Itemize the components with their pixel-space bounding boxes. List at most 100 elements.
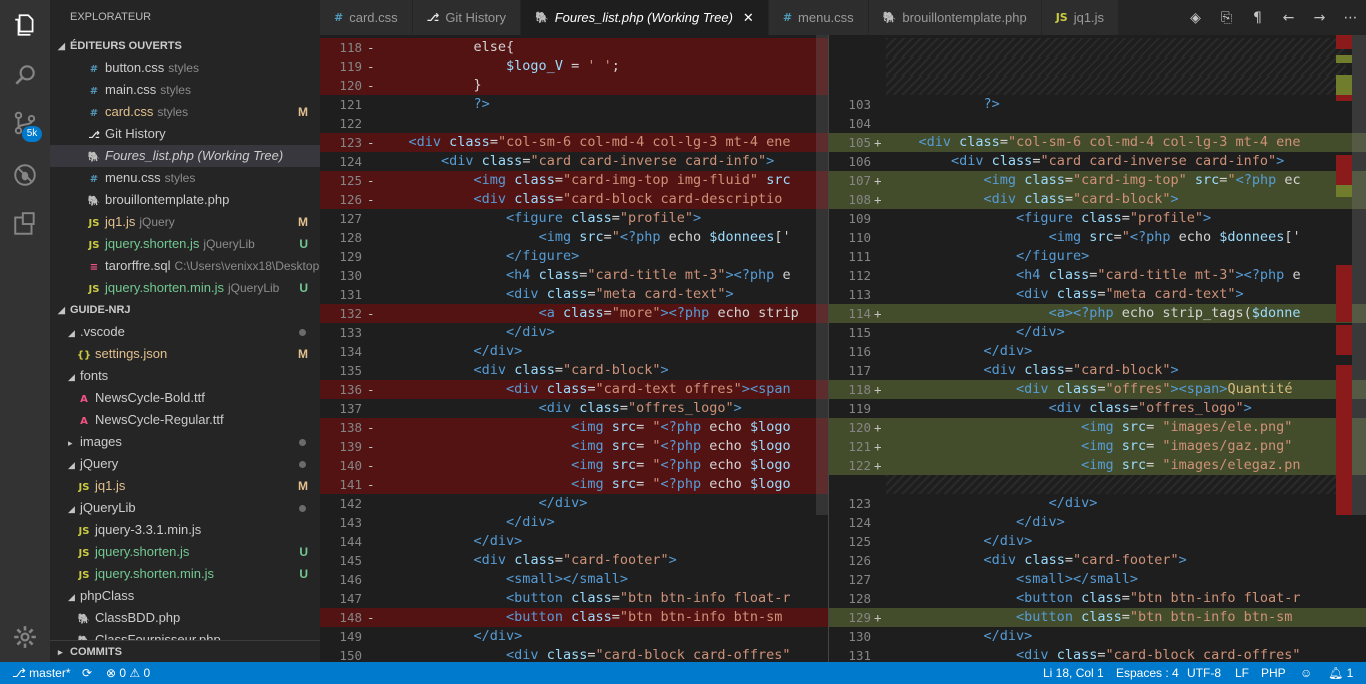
token: <figure (506, 210, 563, 226)
token: = (562, 58, 588, 74)
tree-file[interactable]: JS jquery.shorten.min.js U (50, 563, 320, 585)
token: $donnees (709, 229, 775, 245)
tab-foures-list-php[interactable]: 🐘 Foures_list.php (Working Tree) ✕ (520, 0, 769, 35)
project-header[interactable]: ◢ GUIDE-NRJ (50, 299, 320, 321)
tab-card-css[interactable]: # card.css (320, 0, 413, 35)
commits-header[interactable]: ▸ COMMITS (50, 640, 320, 662)
line-number: 113 (848, 287, 871, 302)
tree-folder[interactable]: ◢ jQueryLib (50, 497, 320, 519)
extensions-icon[interactable] (0, 199, 50, 249)
encoding[interactable]: UTF-8 (1187, 662, 1221, 684)
smiley-icon[interactable]: ☺ (1300, 662, 1312, 684)
tree-file[interactable]: 🐘 ClassBDD.php (50, 607, 320, 629)
open-editor-item[interactable]: JS jquery.shorten.min.js jQueryLib U (50, 277, 320, 299)
token: <?php (1072, 305, 1114, 321)
open-editor-item[interactable]: JS jquery.shorten.js jQueryLib U (50, 233, 320, 255)
tab-jq1-js[interactable]: JS jq1.js (1041, 0, 1120, 35)
tree-file[interactable]: A NewsCycle-Regular.ttf (50, 409, 320, 431)
tree-file[interactable]: JS jquery.shorten.js U (50, 541, 320, 563)
token: e (774, 267, 791, 283)
line-ending[interactable]: LF (1235, 662, 1249, 684)
tab-brouillontemplate-php[interactable]: 🐘 brouillontemplate.php (868, 0, 1042, 35)
line-number: 111 (848, 249, 871, 264)
tab-label: jq1.js (1073, 10, 1105, 25)
open-editor-item[interactable]: 🐘 brouillontemplate.php (50, 189, 320, 211)
tree-file[interactable]: JS jq1.js M (50, 475, 320, 497)
tree-file[interactable]: {} settings.json M (50, 343, 320, 365)
code-text: <img src= "<?php echo $logo (376, 475, 791, 494)
token: <img (538, 229, 572, 245)
js-file-icon: JS (78, 570, 90, 581)
problems-indicator[interactable]: ⊗ 0 ⚠ 0 (106, 662, 150, 684)
debug-icon[interactable] (0, 150, 50, 200)
token: > (660, 305, 669, 321)
token: "col-sm-6 col-md-4 col-lg-3 mt-4 ene (497, 134, 791, 150)
notifications[interactable]: 🔔︎ 1 (1328, 662, 1353, 684)
tree-file[interactable]: A NewsCycle-Bold.ttf (50, 387, 320, 409)
next-change-icon[interactable]: → (1304, 10, 1335, 26)
cursor-position[interactable]: Li 18, Col 1 (1043, 662, 1104, 684)
code-text: <button class="btn btn-info float-r (886, 589, 1301, 608)
change-mark (1336, 155, 1352, 185)
sync-icon[interactable]: ⟳ (82, 662, 92, 684)
tree-folder[interactable]: ◢ .vscode (50, 321, 320, 343)
tab-git[interactable]: ⎇ Git History (412, 0, 521, 35)
show-whitespace-icon[interactable]: ¶ (1242, 10, 1273, 26)
open-editor-item[interactable]: ⎇ Git History (50, 123, 320, 145)
open-editor-item[interactable]: # card.css styles M (50, 101, 320, 123)
tree-folder[interactable]: ◢ jQuery (50, 453, 320, 475)
open-editor-item[interactable]: JS jq1.js jQuery M (50, 211, 320, 233)
change-mark (1336, 35, 1352, 49)
change-mark (1336, 280, 1352, 300)
file-name: jquery.shorten.min.js (95, 566, 214, 581)
open-editor-item[interactable]: # button.css styles (50, 57, 320, 79)
open-file-icon[interactable]: ⎘ (1211, 10, 1242, 26)
scrollbar-slider[interactable] (1352, 35, 1366, 515)
branch-indicator[interactable]: ⎇ master* (12, 662, 71, 684)
open-editor-item[interactable]: # menu.css styles (50, 167, 320, 189)
search-icon[interactable] (0, 50, 50, 100)
overview-ruler (1336, 35, 1366, 662)
close-icon[interactable]: ✕ (743, 0, 754, 35)
token: > (1178, 552, 1187, 568)
token: > (1203, 210, 1212, 226)
open-editor-item[interactable]: 🐘 Foures_list.php (Working Tree) (50, 145, 320, 167)
settings-gear-icon[interactable] (0, 612, 50, 662)
bell-icon: 🔔︎ (1328, 666, 1347, 680)
indentation[interactable]: Espaces : 4 (1116, 662, 1179, 684)
token: class (506, 552, 555, 568)
line-number: 130 (339, 268, 362, 283)
token: "card-block" (1072, 191, 1171, 207)
tree-folder[interactable]: ◢ phpClass (50, 585, 320, 607)
line-number: 132 (339, 306, 362, 321)
code-text: <a class="more"><?php echo strip (376, 304, 799, 323)
tab-menu-css[interactable]: # menu.css (768, 0, 869, 35)
line-number: 131 (339, 287, 362, 302)
previous-change-icon[interactable]: ← (1273, 10, 1304, 26)
line-number: 118 (848, 382, 871, 397)
file-tree: ◢ .vscode {} settings.json M ◢ fonts A NewsCycle… (50, 321, 320, 651)
explorer-icon[interactable] (0, 0, 50, 50)
diff-modified-pane[interactable]: 103 ?> 104 105 + <div class="col-sm-6 col-m… (828, 35, 1366, 662)
tree-folder[interactable]: ▸ images (50, 431, 320, 453)
toggle-inline-diff-icon[interactable]: ◈ (1180, 10, 1211, 26)
token: > (1235, 267, 1244, 283)
deleted-line: 132- <a class="more"><?php echo strip (320, 304, 828, 323)
code-text: </div> (886, 627, 1033, 646)
open-editor-item[interactable]: ≡ tarorffre.sql C:\Users\venixx18\Desktop (50, 255, 320, 277)
open-editor-item[interactable]: # main.css styles (50, 79, 320, 101)
language-mode[interactable]: PHP (1261, 662, 1286, 684)
more-actions-icon[interactable]: ⋯ (1335, 10, 1366, 26)
scrollbar-slider[interactable] (816, 35, 828, 515)
tree-folder[interactable]: ◢ fonts (50, 365, 320, 387)
notification-count: 1 (1346, 666, 1354, 680)
diff-original-pane[interactable]: 118- else{119- $logo_V = ' '; 120- } 121 ?… (320, 35, 828, 662)
token: class (506, 191, 555, 207)
token: <?php (660, 476, 702, 492)
tree-file[interactable]: JS jquery-3.3.1.min.js (50, 519, 320, 541)
open-editors-header[interactable]: ◢ ÉDITEURS OUVERTS (50, 35, 320, 57)
